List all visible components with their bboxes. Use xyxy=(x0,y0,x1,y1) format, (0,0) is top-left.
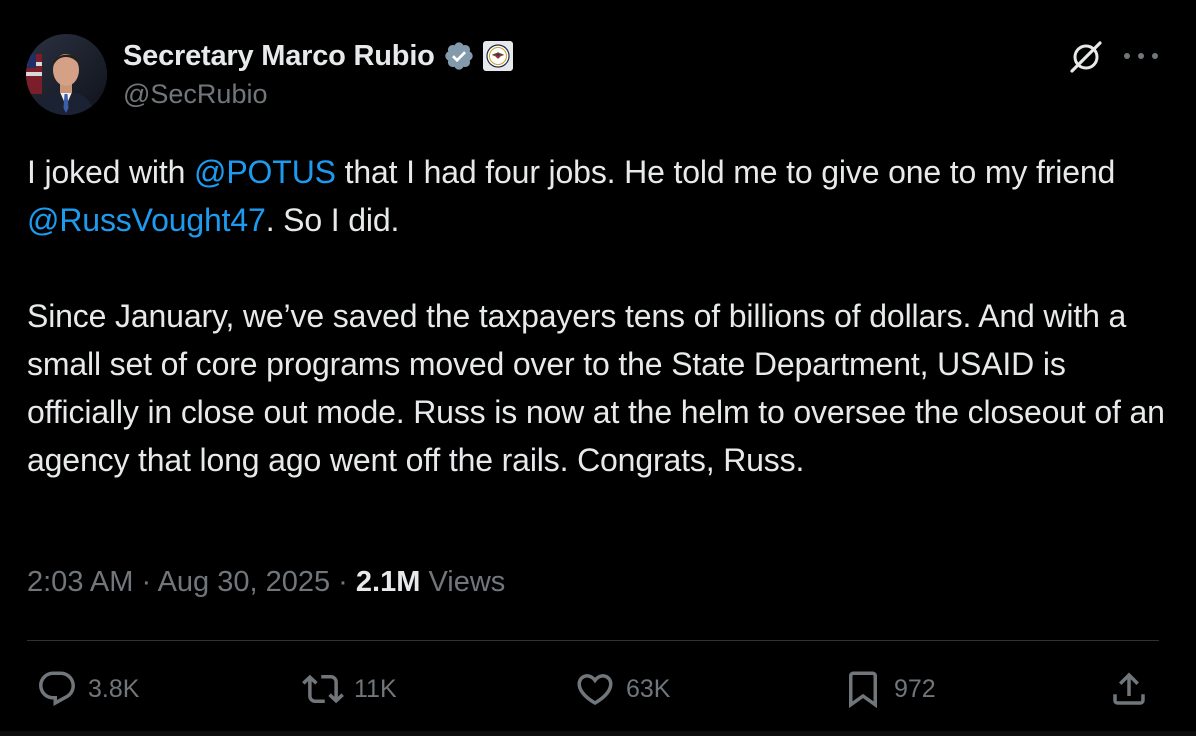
verified-badge-icon[interactable] xyxy=(443,40,475,72)
views-count: 2.1M xyxy=(355,566,421,598)
share-icon xyxy=(1113,672,1145,705)
divider xyxy=(27,640,1159,641)
author-handle[interactable]: @SecRubio xyxy=(123,79,267,110)
like-count: 63K xyxy=(626,674,671,703)
retweet-button[interactable]: 11K xyxy=(302,668,397,710)
tweet-date[interactable]: Aug 30, 2025 xyxy=(158,566,331,598)
tweet-text: I joked with @POTUS that I had four jobs… xyxy=(27,148,1167,484)
share-button[interactable] xyxy=(1108,668,1150,710)
retweet-icon xyxy=(302,674,344,704)
bookmark-icon xyxy=(849,671,877,709)
more-icon[interactable] xyxy=(1124,42,1158,70)
tweet-card: Secretary Marco Rubio @SecRubio I joked … xyxy=(0,0,1196,736)
reply-button[interactable]: 3.8K xyxy=(36,668,139,710)
mention-potus[interactable]: @POTUS xyxy=(194,154,336,190)
reply-icon xyxy=(39,671,75,706)
bookmark-button[interactable]: 972 xyxy=(842,668,936,710)
bottom-edge xyxy=(0,731,1196,736)
retweet-count: 11K xyxy=(354,674,397,703)
bookmark-count: 972 xyxy=(894,674,936,703)
meta-separator: · xyxy=(330,566,356,598)
meta-separator: · xyxy=(133,566,158,598)
tweet-text-segment: I joked with xyxy=(27,154,195,190)
author-display-name[interactable]: Secretary Marco Rubio xyxy=(123,40,435,73)
avatar[interactable] xyxy=(26,34,107,115)
views-label: Views xyxy=(420,566,506,598)
author-name-row: Secretary Marco Rubio xyxy=(123,38,513,74)
tweet-paragraph-2: Since January, we’ve saved the taxpayers… xyxy=(27,298,1165,478)
grok-icon[interactable] xyxy=(1068,38,1104,74)
reply-count: 3.8K xyxy=(88,674,140,703)
tweet-time[interactable]: 2:03 AM xyxy=(27,566,133,598)
mention-russvought47[interactable]: @RussVought47 xyxy=(27,202,266,238)
tweet-meta: 2:03 AM · Aug 30, 2025 · 2.1M Views xyxy=(27,566,505,599)
state-department-seal-icon[interactable] xyxy=(482,41,513,71)
tweet-text-segment: that I had four jobs. He told me to give… xyxy=(335,154,1116,190)
tweet-text-segment: . So I did. xyxy=(265,202,400,238)
heart-icon xyxy=(577,674,613,706)
tweet-paragraph-1: I joked with @POTUS that I had four jobs… xyxy=(27,148,1167,244)
like-button[interactable]: 63K xyxy=(574,668,670,710)
